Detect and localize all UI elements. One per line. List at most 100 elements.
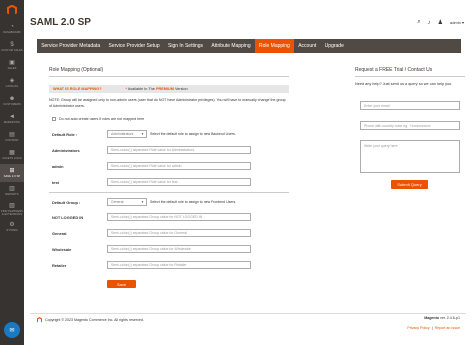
divider [49,192,289,193]
group-label-retailer: Retailer [52,263,67,268]
catalog-icon: ◈ [9,78,15,84]
default-group-hint: Select the default role to assign to new… [150,200,237,204]
sidebar-item-label: Catalog [5,85,19,88]
default-role-value: Administrators [111,132,134,136]
tab-sign-in-settings[interactable]: Sign In Settings [164,39,207,53]
section-title: Role Mapping (Optional) [49,67,104,73]
sidebar-item-label: Marketing [3,121,21,124]
sales-icon: ▣ [9,60,15,66]
available-text: Available In The [127,87,155,91]
content-icon: ▤ [9,132,15,138]
copyright-text: Copyright © 2023 Magento Commerce Inc. A… [45,318,144,322]
version-text: Version [174,87,188,91]
version-text: ver. 2.4.6-p1 [440,316,460,320]
role-label-administrators: Administrators [52,148,80,153]
group-input-not-logged-in[interactable]: Semi-colon(;) separated Group value for … [107,213,251,221]
sidebar-item-catalog[interactable]: ◈ Catalog [0,74,24,92]
facets-icon: ▦ [9,150,15,156]
default-group-select[interactable]: General ▼ [107,198,147,206]
notification-bell-icon[interactable]: ♪ [428,20,431,26]
tab-role-mapping[interactable]: Role Mapping [254,39,295,53]
footer-separator: | [431,326,433,330]
auto-create-label: Do not auto create users if roles are no… [59,117,145,121]
header-actions: ⌕ ♪ ♟ admin ▾ [417,19,464,26]
user-icon[interactable]: ♟ [438,19,443,26]
sidebar-item-label: Dashboard [3,31,21,34]
role-input-test[interactable]: Semi-colon(;) separated Role value for t… [107,178,251,186]
magento-logo[interactable] [0,0,24,20]
footer-brand: Magento [424,316,440,320]
sidebar-item-label: Sales [7,67,17,70]
trial-query-textarea[interactable]: Write your query here [360,140,460,173]
divider [355,76,465,77]
sidebar-item-custom-sales[interactable]: $ Custom Sales [0,38,24,56]
default-role-hint: Select the default role to assign to new… [150,132,236,136]
sidebar-item-label: System [6,229,18,232]
footer-links: Privacy Policy | Report an Issue [407,326,460,330]
privacy-policy-link[interactable]: Privacy Policy [407,326,429,330]
tab-upgrade[interactable]: Upgrade [320,39,348,53]
save-button[interactable]: Save [107,280,136,288]
magento-logo-icon [7,4,17,15]
sidebar-item-content[interactable]: ▤ Content [0,128,24,146]
sidebar-item-sales[interactable]: ▣ Sales [0,56,24,74]
admin-sidebar: ◔ Dashboard $ Custom Sales ▣ Sales ◈ Catalog… [0,0,24,345]
auto-create-option: Do not auto create users if roles are no… [52,117,144,121]
search-icon[interactable]: ⌕ [417,19,420,26]
chevron-down-icon: ▼ [141,200,144,204]
chevron-down-icon: ▼ [141,132,144,136]
default-group-label: Default Group : [52,200,81,205]
role-input-administrators[interactable]: Semi-colon(;) separated Role value for A… [107,146,251,154]
sidebar-item-dashboard[interactable]: ◔ Dashboard [0,20,24,38]
sidebar-item-label: Facets Logs [2,157,22,160]
role-input-admin[interactable]: Semi-colon(;) separated Role value for a… [107,162,251,170]
trial-phone-input[interactable]: Phone with country code eg. +1xxxxxxxxxx [360,121,460,130]
sidebar-item-reports[interactable]: ▥ Reports [0,182,24,200]
auto-create-checkbox[interactable] [52,117,56,121]
trial-subtitle: Need any help? Just send us a query so w… [355,82,453,86]
premium-availability: * Available In The PREMIUM Version [125,87,187,91]
sidebar-item-system[interactable]: ⚙ System [0,218,24,236]
group-input-general[interactable]: Semi-colon(;) separated Group value for … [107,229,251,237]
report-issue-link[interactable]: Report an Issue [435,326,460,330]
group-label-not-logged-in: NOT LOGGED IN [52,215,84,220]
group-input-retailer[interactable]: Semi-colon(;) separated Group value for … [107,261,251,269]
group-label-general: General [52,231,67,236]
sidebar-item-customers[interactable]: ☻ Customers [0,92,24,110]
sidebar-item-label: Content [5,139,19,142]
chat-support-button[interactable]: ✉ [4,322,20,338]
footer-version: Magento ver. 2.4.6-p1 [424,316,460,321]
group-note: NOTE: Group will be assigned only to non… [49,98,286,108]
role-mapping-question[interactable]: WHAT IS ROLE MAPPING? [53,87,101,91]
default-group-value: General [111,200,124,204]
tab-service-provider-setup[interactable]: Service Provider Setup [104,39,164,53]
tab-attribute-mapping[interactable]: Attribute Mapping [207,39,255,53]
sidebar-item-saml[interactable]: ⊞ SAML 2.0 SP [0,164,24,182]
customers-icon: ☻ [8,96,16,102]
user-menu[interactable]: admin ▾ [450,20,464,25]
trial-email-input[interactable]: Enter your email [360,101,460,110]
chat-icon: ✉ [9,327,15,334]
footer-divider [30,313,466,314]
sidebar-item-label: Customers [3,103,21,106]
bag-icon: $ [10,42,14,48]
tab-account[interactable]: Account [294,39,320,53]
group-input-wholesale[interactable]: Semi-colon(;) separated Group value for … [107,245,251,253]
role-label-admin: admin [52,164,64,169]
sidebar-item-label: Find Partners & Extensions [1,209,23,216]
premium-link[interactable]: PREMIUM [156,87,174,91]
sidebar-item-extensions[interactable]: ▧ Find Partners & Extensions [0,200,24,218]
default-role-select[interactable]: Administrators ▼ [107,130,147,138]
trial-title: Request a FREE Trial / Contact Us [355,67,433,73]
tab-service-provider-metadata[interactable]: Service Provider Metadata [37,39,104,53]
system-icon: ⚙ [9,222,15,228]
footer-copyright: Copyright © 2023 Magento Commerce Inc. A… [37,317,144,323]
sidebar-item-facets-logs[interactable]: ▦ Facets Logs [0,146,24,164]
default-role-label: Default Role : [52,132,78,137]
page-title: SAML 2.0 SP [30,17,91,28]
dashboard-icon: ◔ [10,24,14,30]
saml-icon: ⊞ [9,168,15,174]
sidebar-item-label: Custom Sales [1,49,23,52]
sidebar-item-marketing[interactable]: ◄ Marketing [0,110,24,128]
submit-query-button[interactable]: Submit Query [391,180,428,189]
